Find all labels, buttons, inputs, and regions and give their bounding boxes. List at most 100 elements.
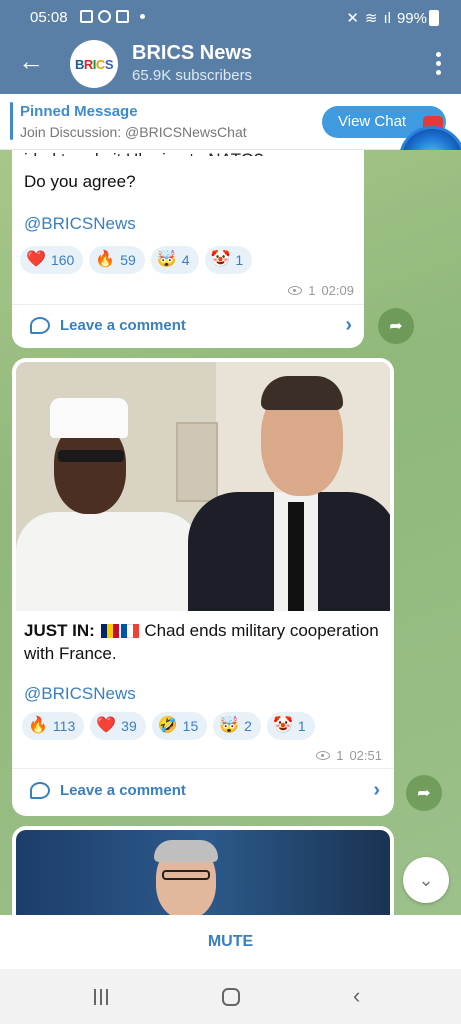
post-meta: 1 02:51	[316, 748, 382, 763]
system-nav-bar: ‹	[0, 969, 461, 1024]
reaction-pill[interactable]: 🤡 1	[204, 246, 253, 274]
home-icon[interactable]	[222, 988, 240, 1006]
scroll-down-button[interactable]: ⌄	[403, 857, 449, 903]
more-notifications-icon	[140, 14, 145, 19]
post-time: 02:51	[349, 748, 382, 763]
pinned-text: Join Discussion: @BRICSNewsChat	[20, 124, 247, 140]
recent-apps-icon[interactable]	[94, 989, 108, 1005]
subscriber-count: 65.9K subscribers	[132, 67, 253, 84]
share-icon[interactable]: ➦	[378, 308, 414, 344]
back-icon[interactable]: ‹	[353, 983, 360, 1009]
photo-figure	[288, 502, 304, 611]
channel-title[interactable]: BRICS News	[132, 42, 252, 65]
photo-figure	[261, 376, 343, 410]
divider	[12, 768, 394, 769]
exploding-head-icon: 🤯	[156, 251, 177, 268]
avatar-letter: R	[83, 56, 93, 72]
check-notification-icon	[116, 10, 129, 23]
post-text: Do you agree?	[24, 172, 136, 191]
post-card: ided to admit Ukraine to NATO? Do you ag…	[12, 150, 364, 348]
photo-figure	[58, 450, 124, 462]
reaction-count: 1	[297, 718, 306, 734]
post-photo[interactable]	[16, 830, 390, 915]
heart-icon: ❤️	[96, 717, 117, 734]
leave-comment-button[interactable]: Leave a comment	[30, 317, 186, 334]
post-card: JUST IN: Chad ends military cooperation …	[12, 358, 394, 816]
system-indicators: ✕ ≋ ıl 99%	[346, 9, 427, 28]
reaction-pill[interactable]: ❤️ 160	[20, 246, 84, 274]
chevron-right-icon[interactable]: ›	[373, 779, 380, 802]
post-handle[interactable]: @BRICSNews	[24, 214, 136, 234]
wifi-icon: ≋	[364, 10, 378, 27]
photo-figure	[154, 840, 218, 862]
view-count: 1	[308, 283, 316, 298]
chevron-right-icon[interactable]: ›	[345, 314, 352, 337]
clown-icon: 🤡	[210, 251, 231, 268]
battery-level: 99%	[396, 9, 427, 27]
comment-bubble-icon	[30, 317, 50, 334]
arrow-left-icon[interactable]: ←	[18, 48, 44, 74]
fire-icon: 🔥	[28, 717, 48, 734]
reaction-pill[interactable]: 🤯 4	[150, 246, 199, 274]
exploding-head-icon: 🤯	[219, 717, 240, 734]
reaction-count: 59	[120, 252, 136, 268]
comment-bubble-icon	[30, 782, 50, 799]
facebook-notification-icon	[98, 10, 111, 23]
chevron-down-icon: ⌄	[418, 869, 434, 890]
divider	[12, 304, 364, 305]
post-photo[interactable]	[16, 362, 390, 611]
post-time: 02:09	[321, 283, 354, 298]
reaction-count: 4	[181, 252, 190, 268]
pinned-message-bar[interactable]: Pinned Message Join Discussion: @BRICSNe…	[0, 94, 461, 150]
post-text-truncated: ided to admit Ukraine to NATO?	[24, 150, 263, 156]
battery-icon	[429, 10, 439, 26]
avatar-letter: B	[75, 56, 84, 72]
reaction-pill[interactable]: 🤡 1	[266, 712, 315, 740]
notification-icons	[80, 10, 145, 23]
reaction-count: 15	[182, 718, 199, 734]
photo-figure	[50, 398, 128, 438]
share-icon[interactable]: ➦	[406, 775, 442, 811]
view-count: 1	[336, 748, 344, 763]
reaction-count: 160	[50, 252, 75, 268]
post-text-bold: JUST IN:	[24, 621, 95, 640]
reaction-count: 39	[121, 718, 137, 734]
more-options-icon[interactable]	[435, 52, 441, 75]
fire-icon: 🔥	[95, 251, 116, 268]
channel-avatar[interactable]: BRICS	[70, 40, 118, 88]
pinned-label: Pinned Message	[20, 103, 138, 120]
chat-feed[interactable]: ided to admit Ukraine to NATO? Do you ag…	[0, 150, 461, 915]
reaction-pill[interactable]: 🔥 113	[22, 712, 85, 740]
clown-icon: 🤡	[272, 717, 293, 734]
avatar-letter: S	[104, 56, 114, 72]
status-bar: 05:08 ✕ ≋ ıl 99%	[0, 0, 461, 34]
comment-label: Leave a comment	[60, 317, 186, 334]
reaction-pill[interactable]: 🤣 15	[151, 712, 208, 740]
views-icon	[288, 286, 303, 295]
reaction-count: 2	[244, 718, 252, 734]
mute-button[interactable]: MUTE	[0, 915, 461, 969]
mute-icon: ✕	[346, 10, 359, 27]
views-icon	[316, 751, 331, 760]
reaction-pill[interactable]: 🔥 59	[89, 246, 145, 274]
post-handle[interactable]: @BRICSNews	[24, 684, 136, 704]
heart-icon: ❤️	[26, 251, 46, 268]
rofl-icon: 🤣	[157, 717, 178, 734]
reaction-row: 🔥 113 ❤️ 39 🤣 15 🤯 2 🤡 1	[22, 712, 315, 740]
reaction-count: 1	[235, 252, 244, 268]
status-time: 05:08	[30, 9, 68, 26]
gallery-notification-icon	[80, 10, 93, 23]
reaction-pill[interactable]: ❤️ 39	[90, 712, 146, 740]
reaction-row: ❤️ 160 🔥 59 🤯 4 🤡 1	[20, 246, 253, 274]
leave-comment-button[interactable]: Leave a comment	[30, 782, 186, 799]
photo-window	[176, 422, 218, 502]
reaction-pill[interactable]: 🤯 2	[213, 712, 261, 740]
post-card	[12, 826, 394, 915]
comment-label: Leave a comment	[60, 782, 186, 799]
signal-icon: ıl	[383, 9, 391, 27]
photo-figure	[162, 870, 210, 880]
france-flag-icon	[120, 622, 139, 643]
post-text: JUST IN: Chad ends military cooperation …	[24, 620, 384, 664]
post-meta: 1 02:09	[288, 283, 354, 298]
pinned-indicator	[10, 102, 13, 140]
